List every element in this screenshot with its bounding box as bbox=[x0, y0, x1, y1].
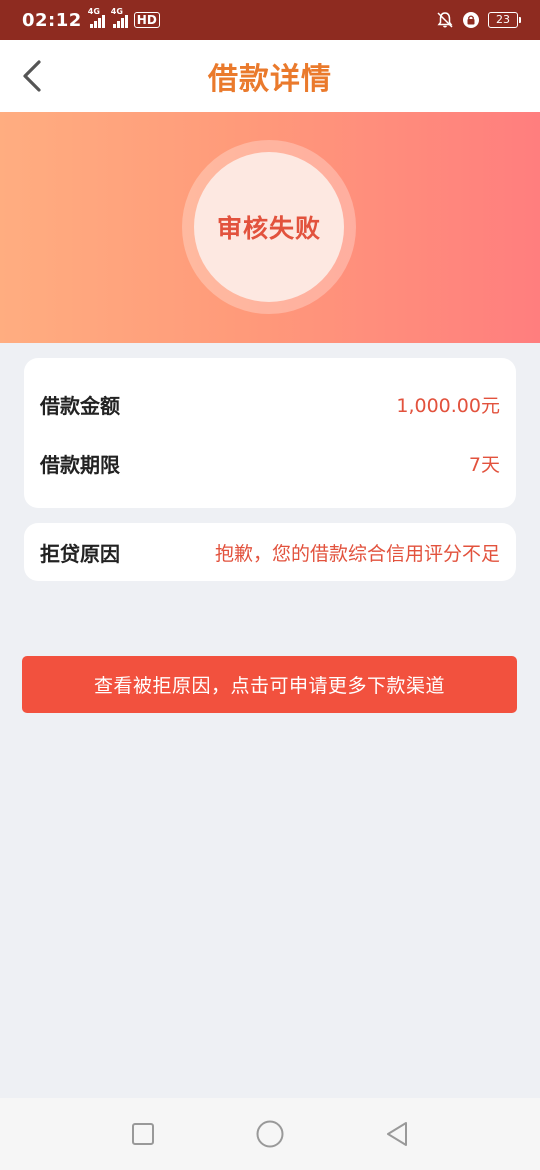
status-bar: 02:12 4G 4G HD 23 bbox=[0, 0, 540, 40]
system-nav-bar bbox=[0, 1098, 540, 1170]
rejection-reason-card: 拒贷原因 抱歉，您的借款综合信用评分不足 bbox=[24, 523, 516, 581]
status-time: 02:12 bbox=[22, 9, 82, 31]
page-title: 借款详情 bbox=[208, 62, 332, 97]
loan-term-value: 7天 bbox=[468, 453, 500, 476]
circle-icon bbox=[256, 1120, 284, 1148]
loan-amount-label: 借款金额 bbox=[40, 393, 120, 418]
status-circle: 审核失败 bbox=[194, 152, 344, 302]
review-status: 审核失败 bbox=[216, 214, 321, 243]
loan-term-label: 借款期限 bbox=[40, 452, 120, 477]
status-right: 23 bbox=[436, 11, 521, 29]
battery-icon: 23 bbox=[488, 12, 521, 28]
home-button[interactable] bbox=[252, 1116, 288, 1152]
loan-amount-row: 借款金额 1,000.00元 bbox=[40, 389, 500, 419]
network-type-2: 4G bbox=[110, 7, 123, 16]
rejection-reason-value: 抱歉，您的借款综合信用评分不足 bbox=[214, 542, 500, 565]
signal-icon-2: 4G bbox=[111, 7, 128, 28]
triangle-back-icon bbox=[386, 1122, 407, 1146]
loan-info-card: 借款金额 1,000.00元 借款期限 7天 bbox=[24, 358, 516, 508]
loan-term-row: 借款期限 7天 bbox=[40, 448, 500, 478]
rejection-reason-row: 拒贷原因 抱歉，您的借款综合信用评分不足 bbox=[40, 537, 500, 567]
chevron-left-icon bbox=[23, 60, 41, 92]
signal-icon: 4G bbox=[88, 7, 105, 28]
recent-apps-button[interactable] bbox=[125, 1116, 161, 1152]
nav-bar: 借款详情 bbox=[0, 40, 540, 112]
status-left: 02:12 4G 4G HD bbox=[22, 7, 160, 31]
hd-voice-icon: HD bbox=[133, 12, 160, 28]
square-icon bbox=[132, 1123, 155, 1145]
system-back-button[interactable] bbox=[379, 1116, 415, 1152]
loan-amount-value: 1,000.00元 bbox=[396, 394, 500, 417]
mute-bell-icon bbox=[437, 12, 453, 28]
network-type-1: 4G bbox=[87, 7, 100, 16]
lock-icon bbox=[463, 12, 479, 28]
status-banner: 审核失败 bbox=[0, 112, 540, 343]
rejection-reason-label: 拒贷原因 bbox=[40, 541, 120, 566]
screen: 02:12 4G 4G HD 23 借款详情 审核失败 借款金额 1,000.0… bbox=[0, 0, 540, 1170]
view-rejection-reason-button[interactable]: 查看被拒原因，点击可申请更多下款渠道 bbox=[22, 656, 517, 713]
back-button[interactable] bbox=[12, 56, 52, 96]
